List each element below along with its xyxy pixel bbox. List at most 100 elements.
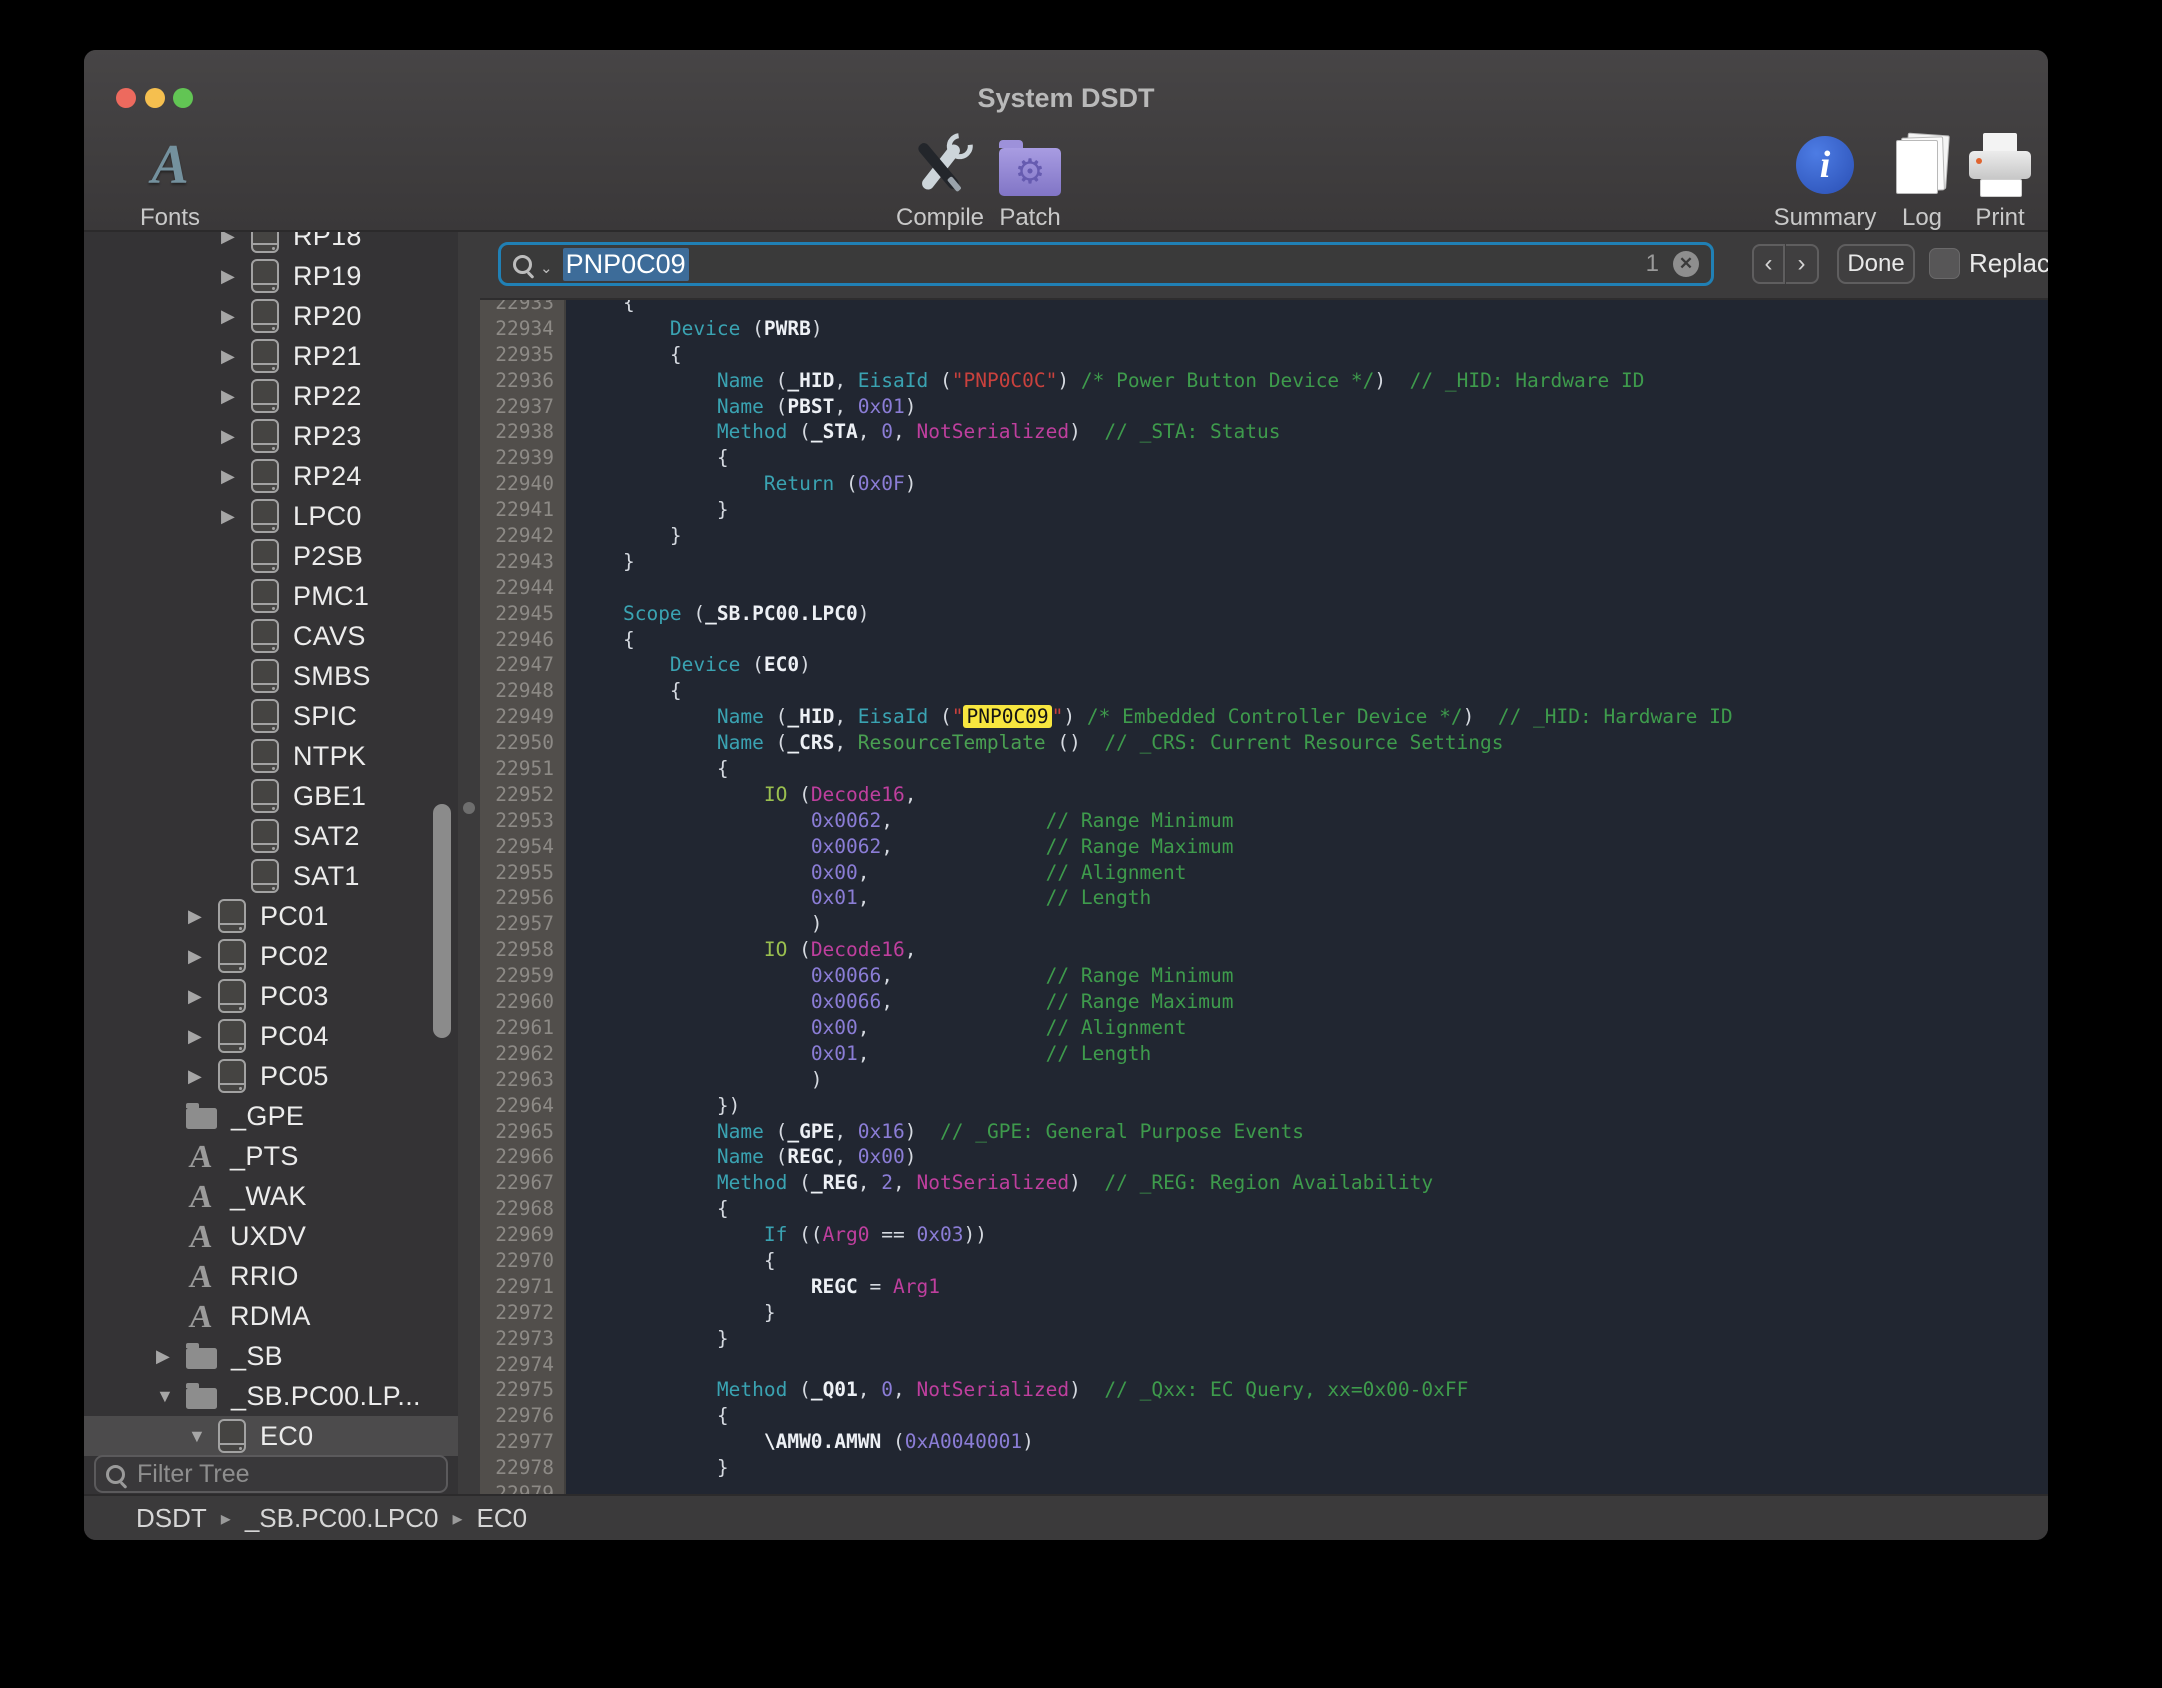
search-value: PNP0C09 [563,248,689,281]
breadcrumb-item-ec0[interactable]: EC0 [477,1503,528,1534]
code-line: 22955 0x00, // Alignment [480,860,2048,886]
sidebar-item-label: PMC1 [293,581,369,612]
sidebar-item-rp19[interactable]: ▶RP19 [84,256,458,296]
sidebar-item-rdma[interactable]: ARDMA [84,1296,458,1336]
sidebar-item-lpc0[interactable]: ▶LPC0 [84,496,458,536]
find-highlight: PNP0C09 [963,705,1051,728]
disclosure-right-icon[interactable]: ▶ [156,1346,186,1367]
disclosure-right-icon[interactable]: ▶ [221,266,251,287]
code-line: 22959 0x0066, // Range Minimum [480,963,2048,989]
disclosure-right-icon[interactable]: ▶ [188,946,218,967]
breadcrumb-item-dsdt[interactable]: DSDT [136,1503,207,1534]
line-number: 22974 [480,1352,564,1378]
sidebar-item-uxdv[interactable]: AUXDV [84,1216,458,1256]
line-number: 22956 [480,885,564,911]
sidebar-item-rp23[interactable]: ▶RP23 [84,416,458,456]
disclosure-down-icon[interactable]: ▼ [188,1426,218,1447]
code-line: 22954 0x0062, // Range Maximum [480,834,2048,860]
disclosure-right-icon[interactable]: ▶ [221,506,251,527]
disclosure-down-icon[interactable]: ▼ [156,1386,186,1407]
disclosure-right-icon[interactable]: ▶ [221,306,251,327]
code-line: 22939 { [480,445,2048,471]
device-icon [251,259,279,293]
sidebar-item-label: PC05 [260,1061,329,1092]
sidebar-item-label: _SB [231,1341,283,1372]
sidebar-item-pc01[interactable]: ▶PC01 [84,896,458,936]
fonts-button[interactable]: A Fonts [105,128,235,232]
sidebar-item-label: RDMA [230,1301,311,1332]
folder-icon [186,1108,217,1129]
disclosure-right-icon[interactable]: ▶ [221,466,251,487]
sidebar-item-sat1[interactable]: SAT1 [84,856,458,896]
pane-splitter[interactable] [458,232,480,1496]
sidebar-item-smbs[interactable]: SMBS [84,656,458,696]
find-next-button[interactable]: › [1786,244,1819,284]
sidebar-item-label: CAVS [293,621,366,652]
device-icon [218,1059,246,1093]
sidebar-item-rp18[interactable]: ▶RP18 [84,232,458,256]
sidebar-item-sat2[interactable]: SAT2 [84,816,458,856]
sidebar-item-pmc1[interactable]: PMC1 [84,576,458,616]
code-editor[interactable]: 22933 {22934 Device (PWRB)22935 {22936 N… [480,300,2048,1496]
sidebar-item-rrio[interactable]: ARRIO [84,1256,458,1296]
sidebar-item-cavs[interactable]: CAVS [84,616,458,656]
sidebar-item-pc03[interactable]: ▶PC03 [84,976,458,1016]
sidebar-item-label: P2SB [293,541,363,572]
clear-search-icon[interactable]: ✕ [1673,251,1699,277]
sidebar-item--wak[interactable]: A_WAK [84,1176,458,1216]
code-line: 22953 0x0062, // Range Minimum [480,808,2048,834]
disclosure-right-icon[interactable]: ▶ [221,426,251,447]
code-line: 22977 \AMW0.AMWN (0xA0040001) [480,1429,2048,1455]
disclosure-right-icon[interactable]: ▶ [188,1066,218,1087]
sidebar-item--gpe[interactable]: _GPE [84,1096,458,1136]
sidebar-item--sb-pc00-lp-[interactable]: ▼_SB.PC00.LP... [84,1376,458,1416]
device-icon [251,579,279,613]
line-number: 22953 [480,808,564,834]
disclosure-right-icon[interactable]: ▶ [221,346,251,367]
code-line: 22951 { [480,756,2048,782]
disclosure-right-icon[interactable]: ▶ [188,986,218,1007]
replace-label: Replace [1969,248,2048,279]
replace-checkbox[interactable] [1929,248,1960,279]
chevron-down-icon[interactable]: ⌄ [540,259,553,277]
sidebar-item-pc02[interactable]: ▶PC02 [84,936,458,976]
print-button[interactable]: Print [1935,128,2048,232]
breadcrumb-separator-icon: ▸ [453,1506,463,1531]
sidebar-item-pc04[interactable]: ▶PC04 [84,1016,458,1056]
search-input[interactable]: ⌄ PNP0C09 1 ✕ [498,242,1714,286]
patch-button[interactable]: ⚙ Patch [965,128,1095,232]
sidebar-item-pc05[interactable]: ▶ PC05 [84,1056,458,1096]
sidebar-item-gbe1[interactable]: GBE1 [84,776,458,816]
filter-tree-field[interactable] [94,1455,448,1493]
sidebar-item-label: RP22 [293,381,362,412]
splitter-handle-icon[interactable] [463,802,475,814]
sidebar-item-ec0[interactable]: ▼EC0 [84,1416,458,1456]
device-icon [218,899,246,933]
sidebar-item--pts[interactable]: A_PTS [84,1136,458,1176]
sidebar: ▶RP18▶RP19▶RP20▶RP21▶RP22▶RP23▶RP24▶LPC0… [84,232,458,1496]
breadcrumb-item--sb-pc00-lpc0[interactable]: _SB.PC00.LPC0 [245,1503,439,1534]
sidebar-item-rp21[interactable]: ▶RP21 [84,336,458,376]
sidebar-item-rp20[interactable]: ▶RP20 [84,296,458,336]
sidebar-item--sb[interactable]: ▶ _SB [84,1336,458,1376]
line-number: 22933 [480,300,564,316]
line-number: 22962 [480,1041,564,1067]
sidebar-scrollbar-thumb[interactable] [433,804,451,1038]
disclosure-right-icon[interactable]: ▶ [221,232,251,247]
sidebar-item-p2sb[interactable]: P2SB [84,536,458,576]
device-icon [218,939,246,973]
code-line: 22969 If ((Arg0 == 0x03)) [480,1222,2048,1248]
sidebar-item-ntpk[interactable]: NTPK [84,736,458,776]
filter-tree-input[interactable] [135,1459,458,1490]
device-icon [251,739,279,773]
sidebar-item-spic[interactable]: SPIC [84,696,458,736]
disclosure-right-icon[interactable]: ▶ [188,906,218,927]
sidebar-item-rp22[interactable]: ▶ RP22 [84,376,458,416]
find-previous-button[interactable]: ‹ [1752,244,1785,284]
device-icon [251,779,279,813]
done-button[interactable]: Done [1837,244,1915,284]
line-number: 22967 [480,1170,564,1196]
disclosure-right-icon[interactable]: ▶ [188,1026,218,1047]
disclosure-right-icon[interactable]: ▶ [221,386,251,407]
sidebar-item-rp24[interactable]: ▶RP24 [84,456,458,496]
